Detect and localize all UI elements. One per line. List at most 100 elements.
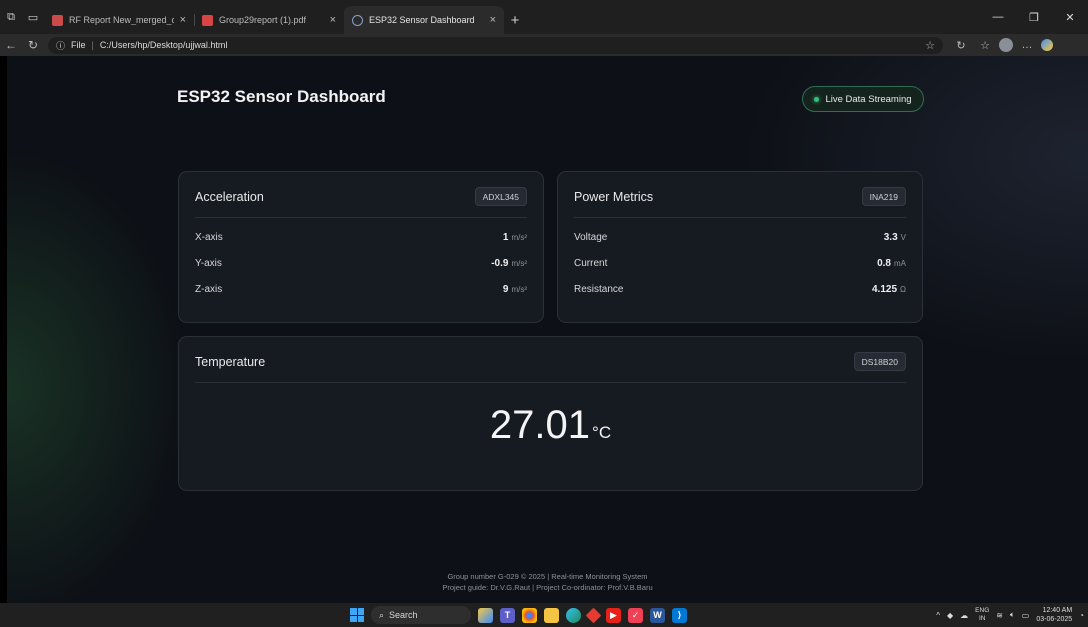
copilot-app-icon[interactable] <box>478 607 493 623</box>
app-diamond-icon[interactable] <box>585 607 602 623</box>
favorites-icon[interactable]: ☆ <box>975 39 995 52</box>
metric-label: Z-axis <box>195 284 223 295</box>
onedrive-icon[interactable]: ☁ <box>960 611 968 620</box>
card-title: Temperature <box>195 355 266 369</box>
metric-value: 3.3 <box>883 232 898 243</box>
refresh-icon[interactable]: ↻ <box>22 38 44 52</box>
metric-row: X-axis 1 m/s² <box>195 232 527 248</box>
file-explorer-icon[interactable] <box>544 607 559 623</box>
metric-unit: m/s² <box>511 233 527 242</box>
dashboard-page: ESP32 Sensor Dashboard Live Data Streami… <box>7 56 1088 603</box>
metric-value-wrap: -0.9 m/s² <box>491 258 527 269</box>
system-tray: ^ ◆ ☁ ENG IN ≋ 🔈︎ ▭ 12:40 AM 03-06-2025 … <box>936 603 1084 627</box>
close-icon[interactable]: × <box>330 14 336 26</box>
metric-value: 1 <box>502 232 509 243</box>
language-region: IN <box>978 615 986 622</box>
wifi-icon[interactable]: ≋ <box>996 611 1003 620</box>
word-icon[interactable]: W <box>650 607 665 623</box>
clock-date: 03-06-2025 <box>1036 616 1073 623</box>
youtube-icon[interactable]: ▶ <box>606 607 621 623</box>
url-text: C:/Users/hp/Desktop/ujjwal.html <box>99 40 228 50</box>
favorite-star-icon[interactable]: ☆ <box>925 39 935 52</box>
tab-title: ESP32 Sensor Dashboard <box>369 15 475 25</box>
address-toolbar: ← ↻ ⓘ File | C:/Users/hp/Desktop/ujjwal.… <box>0 34 1088 56</box>
system-clock[interactable]: 12:40 AM 03-06-2025 <box>1036 606 1072 624</box>
profile-avatar[interactable] <box>999 38 1013 52</box>
info-icon[interactable]: ⓘ <box>56 39 65 52</box>
workspaces-icon[interactable]: ⧉ <box>0 0 22 34</box>
toolbar-actions: ↻ ☆ … <box>951 38 1053 52</box>
metric-value-wrap: 4.125 Ω <box>872 284 906 295</box>
status-text: Live Data Streaming <box>825 93 912 105</box>
address-bar[interactable]: ⓘ File | C:/Users/hp/Desktop/ujjwal.html… <box>48 36 943 54</box>
sensor-badge: DS18B20 <box>853 352 906 371</box>
close-icon[interactable]: × <box>490 14 496 26</box>
copilot-icon[interactable] <box>1041 39 1053 51</box>
metric-label: X-axis <box>195 232 223 243</box>
refresh-extension-icon[interactable]: ↻ <box>951 39 971 52</box>
tab-esp32-dashboard[interactable]: ESP32 Sensor Dashboard × <box>344 6 504 34</box>
temperature-card: Temperature DS18B20 27.01 °C <box>178 336 923 491</box>
taskbar-search[interactable]: ⌕ Search <box>371 606 471 624</box>
pdf-icon <box>52 14 63 26</box>
metric-value-wrap: 3.3 V <box>884 232 906 243</box>
pocket-icon[interactable]: ✓ <box>628 607 643 623</box>
metric-unit: m/s² <box>511 259 527 268</box>
card-header: Acceleration ADXL345 <box>195 187 527 218</box>
url-separator: | <box>91 40 94 50</box>
metric-unit: m/s² <box>511 285 527 294</box>
footer-line-2: Project guide: Dr.V.G.Raut | Project Co-… <box>442 583 653 592</box>
battery-icon[interactable]: ▭ <box>1022 611 1030 620</box>
metric-unit: mA <box>894 259 906 268</box>
page-footer: Group number G-029 © 2025 | Real-time Mo… <box>7 571 1088 593</box>
globe-icon <box>352 14 363 26</box>
power-metrics-card: Power Metrics INA219 Voltage 3.3 V Curren… <box>557 171 923 323</box>
card-title: Power Metrics <box>574 190 654 204</box>
chevron-up-icon[interactable]: ^ <box>936 611 940 620</box>
taskbar: ⌕ Search T ▶ ✓ W ⟩ ^ ◆ ☁ ENG IN ≋ 🔈︎ ▭ 1… <box>0 603 1088 627</box>
metric-label: Resistance <box>574 284 624 295</box>
metric-row: Current 0.8 mA <box>574 258 906 274</box>
language-indicator[interactable]: ENG IN <box>975 607 989 623</box>
metric-row: Z-axis 9 m/s² <box>195 284 527 300</box>
tab-actions-icon[interactable]: ▭ <box>22 0 44 34</box>
metric-row: Voltage 3.3 V <box>574 232 906 248</box>
footer-line-1: Group number G-029 © 2025 | Real-time Mo… <box>447 572 648 581</box>
chrome-icon[interactable] <box>522 607 537 623</box>
tab-group29-report[interactable]: Group29report (1).pdf × <box>194 6 344 34</box>
clock-time: 12:40 AM <box>1042 607 1073 614</box>
restore-button[interactable]: ❐ <box>1016 0 1052 34</box>
volume-icon[interactable]: 🔈︎ <box>1010 610 1015 620</box>
page-title: ESP32 Sensor Dashboard <box>177 87 386 106</box>
metric-value: 0.8 <box>877 258 891 269</box>
metric-unit: V <box>900 233 906 242</box>
edge-icon[interactable] <box>566 607 581 623</box>
tray-app-icon[interactable]: ◆ <box>947 611 953 620</box>
close-window-button[interactable]: ✕ <box>1052 0 1088 34</box>
search-icon: ⌕ <box>379 609 385 620</box>
more-options-icon[interactable]: … <box>1017 39 1037 51</box>
taskbar-apps: ⌕ Search T ▶ ✓ W ⟩ <box>350 603 687 627</box>
temperature-value: 27.01 <box>489 403 591 447</box>
notification-icon[interactable]: ◔ <box>1079 611 1084 620</box>
minimize-button[interactable]: — <box>980 0 1016 34</box>
vscode-icon[interactable]: ⟩ <box>672 607 687 623</box>
metric-value: 4.125 <box>871 284 898 295</box>
new-tab-button[interactable]: + <box>504 6 526 34</box>
windows-start-icon[interactable] <box>350 608 364 622</box>
back-icon[interactable]: ← <box>0 38 22 52</box>
metric-value: 9 <box>502 284 509 295</box>
teams-icon[interactable]: T <box>500 607 515 623</box>
window-controls: — ❐ ✕ <box>980 0 1088 34</box>
close-icon[interactable]: × <box>180 14 186 26</box>
acceleration-card: Acceleration ADXL345 X-axis 1 m/s² Y-axis… <box>178 171 544 323</box>
tab-title: RF Report New_merged_organiz <box>69 15 174 25</box>
tab-rf-report[interactable]: RF Report New_merged_organiz × <box>44 6 194 34</box>
card-title: Acceleration <box>195 190 264 204</box>
language-code: ENG <box>975 607 990 614</box>
pdf-icon <box>202 14 213 26</box>
card-header: Temperature DS18B20 <box>195 352 906 383</box>
sensor-badge: INA219 <box>861 187 906 206</box>
metric-value-wrap: 1 m/s² <box>503 232 527 243</box>
status-dot-icon <box>814 96 820 102</box>
